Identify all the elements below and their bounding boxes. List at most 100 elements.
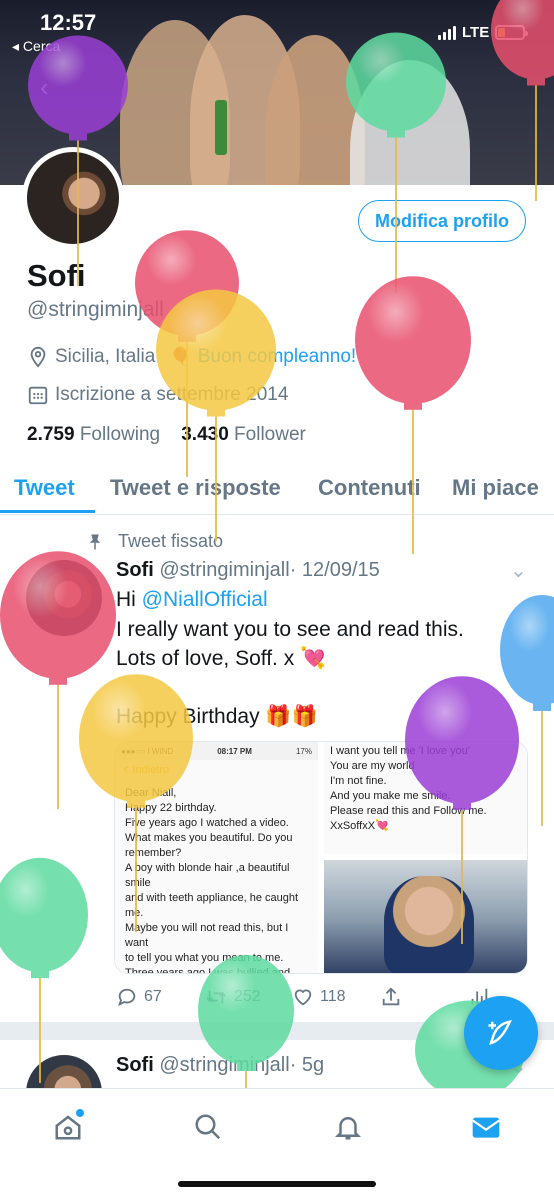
profile-location: Sicilia, Italia (55, 346, 156, 367)
tweet-line-3: Lots of love, Soff. x 💘 (116, 647, 327, 670)
like-count: 118 (320, 988, 346, 1005)
mention-link[interactable]: @NiallOfficial (142, 588, 268, 611)
calendar-icon (28, 386, 48, 405)
compose-tweet-button[interactable] (464, 996, 538, 1070)
back-to-app-link[interactable]: ◂ Cerca (12, 38, 60, 55)
location-pin-icon (30, 346, 46, 368)
retweet-button[interactable]: 252 (204, 986, 292, 1008)
right-note-line: You are my world (330, 760, 415, 772)
note-line: What makes you beautiful. Do you (125, 832, 293, 844)
tab-indicator (0, 510, 95, 513)
share-icon (382, 987, 400, 1006)
tweet-date: · 5g (289, 1054, 325, 1076)
following-count: 2.759 (27, 424, 75, 445)
tweet-greeting: Hi (116, 588, 142, 611)
note-line: A boy with blonde hair ,a beautiful smil… (125, 862, 290, 889)
signal-icon (438, 25, 456, 40)
right-note-line: I'm not fine. (330, 775, 387, 787)
battery-icon (495, 25, 529, 40)
retweet-count: 252 (234, 988, 261, 1005)
tweet-avatar[interactable] (26, 560, 102, 636)
right-note-line: And you make me smile. (330, 790, 451, 802)
heart-icon (294, 989, 312, 1006)
reply-icon (118, 988, 136, 1007)
mail-icon (472, 1117, 500, 1138)
tweet-line-2: I really want you to see and read this. (116, 618, 464, 641)
home-indicator (178, 1181, 376, 1187)
following-label: Following (79, 424, 161, 445)
reply-button[interactable]: 67 (116, 986, 204, 1008)
status-indicators: LTE (438, 24, 529, 41)
balloon (0, 857, 88, 1083)
nav-home[interactable] (48, 1107, 88, 1147)
tweet-media[interactable]: ●●●○○ I WIND 08:17 PM 17% < Indietro Dea… (114, 741, 528, 974)
profile-handle: @stringiminjall (27, 298, 164, 321)
media-image-right-note[interactable]: I want you tell me 'I love you' You are m… (324, 742, 527, 857)
followers-label: Follower (234, 424, 306, 445)
home-notification-dot (76, 1109, 84, 1117)
pin-icon (89, 534, 101, 549)
profile-joined: Iscrizione a settembre 2014 (55, 384, 289, 405)
note-line: to tell you what you mean to me. (125, 952, 284, 964)
tweet-actions: 67 252 118 (116, 986, 508, 1008)
photo-figure (384, 876, 474, 973)
note-line: and with teeth appliance, he caught me. (125, 892, 299, 919)
followers-count: 3.430 (181, 424, 229, 445)
media-image-photo[interactable] (324, 860, 527, 973)
note-time: 08:17 PM (217, 746, 252, 756)
tweet-line-1: Hi @NiallOfficial (116, 588, 268, 612)
status-time: 12:57 (40, 10, 97, 35)
reply-count: 67 (144, 988, 162, 1005)
search-icon (195, 1114, 221, 1140)
share-button[interactable] (380, 986, 468, 1008)
note-line: Three years ago I was bullied and (125, 967, 291, 974)
right-note-line: XxSoffxX💘 (330, 820, 389, 832)
nav-notifications[interactable] (328, 1107, 368, 1147)
edit-profile-button[interactable]: Modifica profilo (358, 200, 526, 242)
tweet-header: Sofi @stringiminjall· 12/09/15 (116, 559, 380, 582)
nav-messages[interactable] (466, 1107, 506, 1147)
balloon-small-icon: 🎈 (169, 346, 192, 367)
media-image-note[interactable]: ●●●○○ I WIND 08:17 PM 17% < Indietro Dea… (115, 742, 321, 974)
note-line: Maybe you will not read this, but I want (125, 922, 289, 949)
tab-tweet[interactable]: Tweet (14, 475, 75, 501)
tweet-handle: @stringiminjall (159, 1054, 290, 1076)
tweet-handle: @stringiminjall (159, 559, 290, 581)
profile-name: Sofi (27, 258, 86, 293)
nav-search[interactable] (188, 1107, 228, 1147)
tweet-author[interactable]: Sofi (116, 559, 154, 581)
note-line: remember? (125, 847, 182, 859)
note-battery: 17% (295, 746, 312, 756)
note-carrier: ●●●○○ I WIND (121, 746, 174, 756)
bell-icon (334, 1117, 362, 1140)
note-body: Dear Niall, Happy 22 birthday. Five years … (115, 780, 318, 974)
followers-link[interactable]: 3.430 Follower (181, 424, 306, 445)
tab-tweet-e-risposte[interactable]: Tweet e risposte (110, 475, 281, 501)
tweet-date: · 12/09/15 (289, 559, 380, 581)
note-line: Dear Niall, (125, 787, 177, 799)
follow-stats: 2.759 Following 3.430 Follower (27, 424, 306, 446)
pinned-label: Tweet fissato (118, 531, 224, 551)
following-link[interactable]: 2.759 Following (27, 424, 160, 445)
tweet-line-4: Happy Birthday 🎁🎁 (116, 705, 318, 728)
note-line: Happy 22 birthday. (125, 802, 217, 814)
banner-photo-figure (350, 60, 470, 185)
compose-feather-icon (488, 1020, 512, 1045)
profile-tabs: Tweet Tweet e risposte Contenuti Mi piac… (0, 463, 554, 515)
profile-meta-joined: Iscrizione a settembre 2014 (27, 384, 288, 406)
tab-contenuti[interactable]: Contenuti (318, 475, 421, 501)
tab-mi-piace[interactable]: Mi piace (452, 475, 539, 501)
note-line: Five years ago I watched a video. (125, 817, 289, 829)
like-button[interactable]: 118 (292, 986, 380, 1008)
pinned-row: Tweet fissato (86, 531, 223, 552)
retweet-icon (206, 990, 226, 1004)
network-type: LTE (462, 24, 490, 41)
right-note-line: I want you tell me 'I love you' (330, 745, 470, 757)
right-note-line: Please read this and Follow me. (330, 805, 487, 817)
profile-avatar[interactable] (22, 147, 124, 249)
chevron-down-icon[interactable]: ⌄ (510, 558, 527, 583)
profile-birthday[interactable]: Buon compleanno! (198, 346, 356, 368)
tweet-author[interactable]: Sofi (116, 1054, 154, 1076)
microphone (215, 100, 227, 155)
back-icon[interactable]: ‹ (40, 72, 49, 103)
